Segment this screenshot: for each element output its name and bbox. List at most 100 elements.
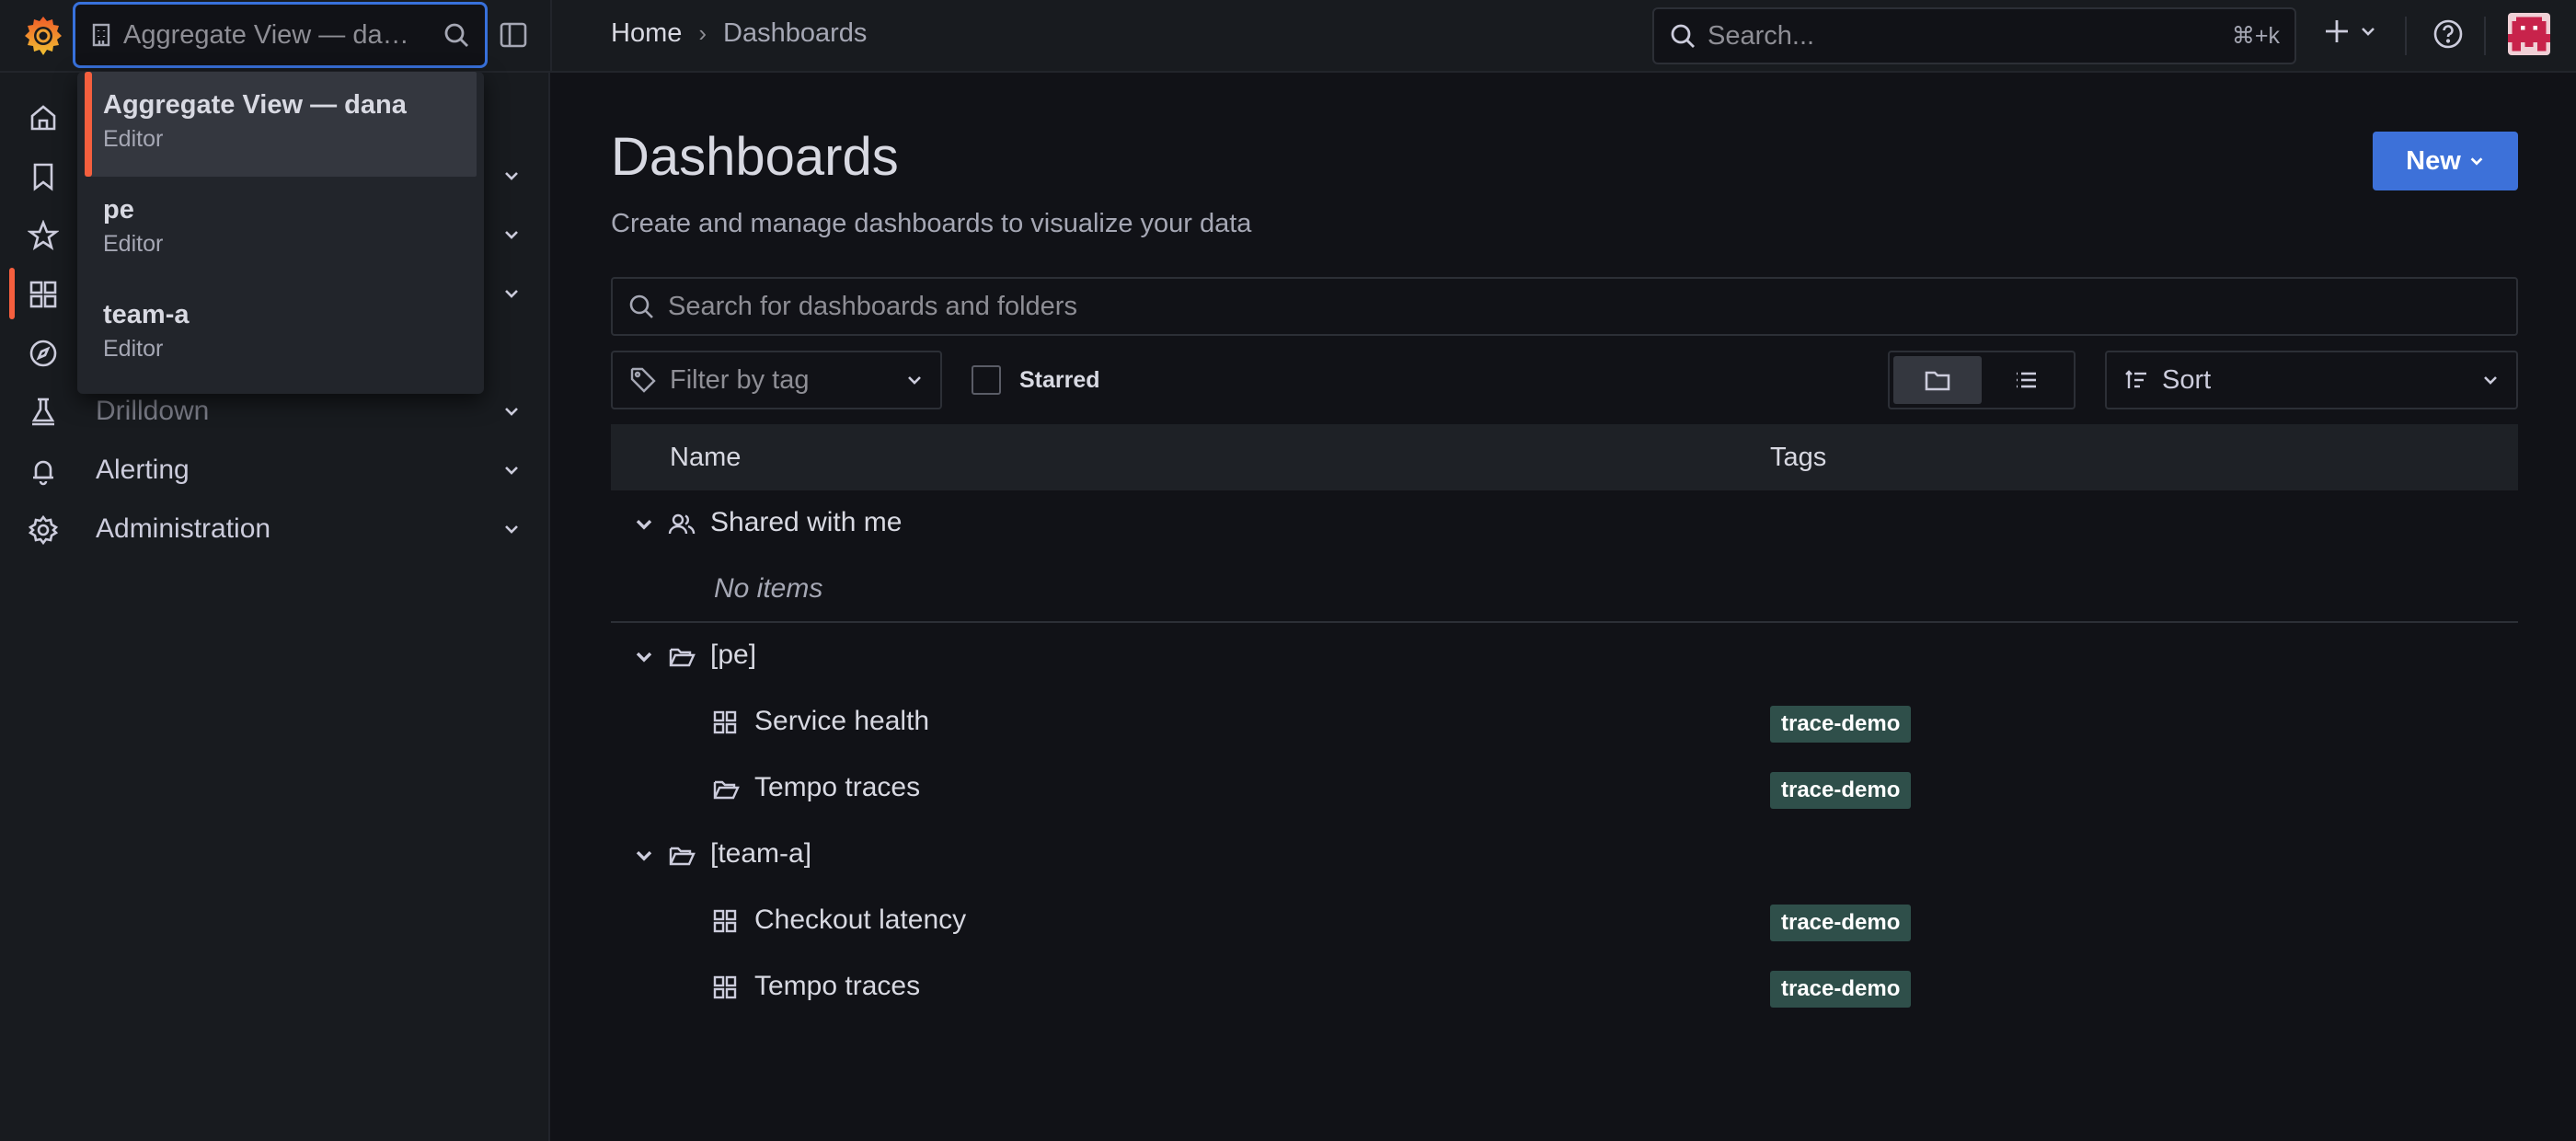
sort-select[interactable]: Sort: [2105, 351, 2518, 409]
column-header-tags: Tags: [1770, 442, 1827, 472]
sidebar-item-label: Administration: [96, 513, 271, 544]
empty-row: No items: [611, 557, 2518, 623]
sidebar-item-label: Alerting: [96, 455, 190, 485]
main-content: Dashboards Create and manage dashboards …: [552, 73, 2576, 1141]
tag-icon: [630, 367, 656, 393]
tag-badge[interactable]: trace-demo: [1770, 905, 1912, 941]
new-button-label: New: [2406, 145, 2461, 176]
folder-open-icon: [669, 847, 696, 866]
org-option-team-a[interactable]: team-a Editor: [85, 282, 477, 386]
chevron-down-icon: [505, 172, 518, 180]
plus-icon: [2326, 20, 2348, 42]
help-icon[interactable]: [2432, 18, 2464, 50]
star-icon: [28, 220, 59, 251]
folder-row[interactable]: Tempo traces trace-demo: [611, 755, 2518, 822]
org-option-name: Aggregate View — dana: [103, 90, 407, 120]
search-icon: [629, 294, 653, 318]
folder-name[interactable]: [team-a]: [710, 838, 811, 870]
chevron-down-icon[interactable]: [631, 842, 657, 868]
chevron-down-icon: [505, 231, 518, 239]
breadcrumb: Home › Dashboards: [611, 18, 867, 49]
tag-badge[interactable]: trace-demo: [1770, 772, 1912, 809]
dashboard-row[interactable]: Tempo traces trace-demo: [611, 954, 2518, 1020]
sort-select-value: Sort: [2162, 364, 2212, 395]
org-option-role: Editor: [103, 336, 164, 362]
drilldown-icon: [31, 398, 55, 426]
dock-menu-toggle-icon[interactable]: [499, 20, 528, 50]
chevron-down-icon[interactable]: [631, 643, 657, 669]
new-menu-button[interactable]: [2322, 17, 2377, 46]
top-bar: Aggregate View — da… Home › Dashboards S…: [0, 0, 2576, 73]
org-dropdown-menu: Aggregate View — dana Editor pe Editor t…: [77, 72, 484, 394]
breadcrumb-current: Dashboards: [723, 18, 868, 48]
sidebar-item-alerting[interactable]: Alerting: [0, 441, 548, 500]
org-option-aggregate-view[interactable]: Aggregate View — dana Editor: [85, 72, 477, 177]
org-option-role: Editor: [103, 126, 164, 152]
dashboard-search-placeholder: Search for dashboards and folders: [668, 291, 1077, 321]
dashboard-grid-icon: [713, 909, 737, 933]
folder-row-shared[interactable]: Shared with me: [611, 490, 2518, 557]
dashboard-name[interactable]: Tempo traces: [754, 971, 920, 1002]
global-search-input[interactable]: Search... ⌘+k: [1652, 7, 2296, 64]
grafana-logo-icon[interactable]: [20, 13, 66, 59]
chevron-down-icon: [2362, 28, 2375, 36]
folder-view-button[interactable]: [1893, 356, 1982, 404]
dashboard-name[interactable]: Tempo traces: [754, 772, 920, 803]
folder-name[interactable]: [pe]: [710, 640, 756, 671]
folder-icon: [1925, 371, 1950, 391]
folder-name[interactable]: Shared with me: [710, 507, 902, 538]
page-subtitle: Create and manage dashboards to visualiz…: [611, 209, 1252, 238]
org-option-role: Editor: [103, 231, 164, 257]
bell-icon: [33, 460, 53, 486]
sidebar-item-administration[interactable]: Administration: [0, 500, 548, 559]
dashboards-icon: [29, 281, 57, 308]
column-header-name: Name: [670, 442, 742, 472]
chevron-down-icon: [505, 525, 518, 534]
active-indicator: [9, 268, 15, 319]
topbar-divider: [2405, 17, 2407, 55]
view-mode-toggle: [1888, 351, 2076, 409]
folder-open-icon: [669, 648, 696, 667]
bookmark-icon: [33, 163, 53, 191]
org-switcher-value: Aggregate View — da…: [123, 19, 409, 50]
tag-filter-placeholder: Filter by tag: [670, 364, 810, 395]
new-button[interactable]: New: [2373, 132, 2518, 190]
dashboard-grid-icon: [713, 710, 737, 734]
chevron-down-icon[interactable]: [631, 511, 657, 536]
dashboard-name[interactable]: Checkout latency: [754, 905, 966, 936]
tag-badge[interactable]: trace-demo: [1770, 971, 1912, 1008]
list-view-button[interactable]: [1982, 356, 2070, 404]
chevron-down-icon: [2484, 376, 2497, 385]
dashboard-name[interactable]: Service health: [754, 706, 929, 737]
chevron-down-icon: [2470, 157, 2483, 166]
topbar-divider: [2484, 17, 2486, 55]
org-option-pe[interactable]: pe Editor: [85, 177, 477, 282]
user-avatar[interactable]: [2508, 13, 2550, 55]
no-items-text: No items: [714, 573, 823, 604]
chevron-down-icon: [505, 290, 518, 298]
tag-badge[interactable]: trace-demo: [1770, 706, 1912, 743]
dashboard-row[interactable]: Service health trace-demo: [611, 689, 2518, 755]
topbar-divider: [550, 0, 552, 73]
dashboard-row[interactable]: Checkout latency trace-demo: [611, 888, 2518, 954]
tag-filter-select[interactable]: Filter by tag: [611, 351, 942, 409]
starred-label: Starred: [1019, 366, 1100, 393]
breadcrumb-home[interactable]: Home: [611, 18, 682, 49]
chevron-down-icon: [908, 376, 921, 385]
starred-checkbox[interactable]: Starred: [972, 365, 1100, 395]
folder-row-team-a[interactable]: [team-a]: [611, 822, 2518, 888]
compass-icon: [29, 340, 57, 367]
org-option-name: team-a: [103, 300, 190, 329]
home-icon: [30, 105, 56, 131]
checkbox-box[interactable]: [972, 365, 1001, 395]
search-icon: [444, 23, 468, 47]
org-switcher[interactable]: Aggregate View — da…: [73, 2, 488, 68]
folder-row-pe[interactable]: [pe]: [611, 623, 2518, 689]
breadcrumb-separator-icon: ›: [698, 19, 707, 47]
dashboard-grid-icon: [713, 975, 737, 999]
org-option-name: pe: [103, 195, 134, 225]
sort-icon: [2125, 370, 2146, 388]
search-shortcut-hint: ⌘+k: [2231, 23, 2280, 49]
dashboard-search-input[interactable]: Search for dashboards and folders: [611, 277, 2518, 336]
chevron-down-icon: [505, 408, 518, 416]
